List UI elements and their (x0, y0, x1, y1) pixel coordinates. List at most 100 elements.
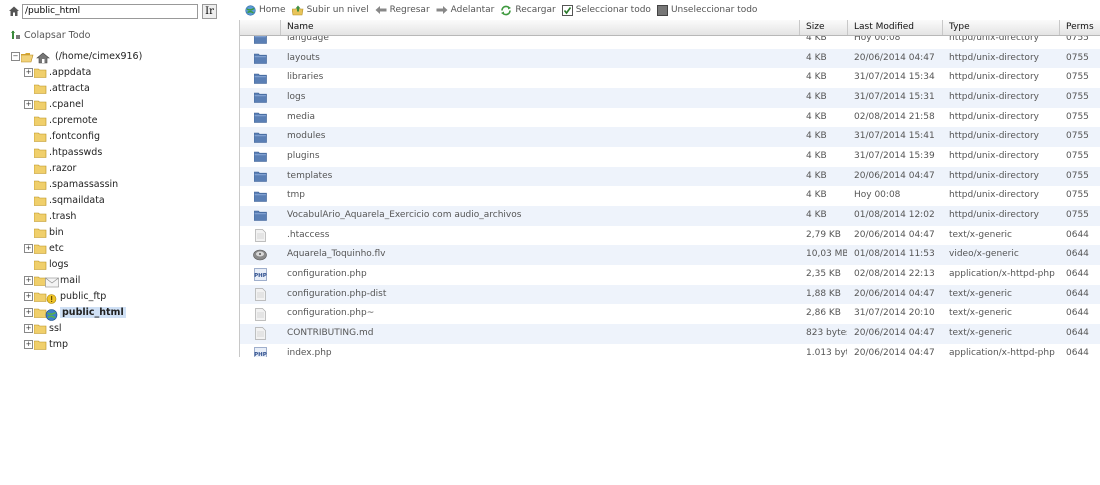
back-arrow-icon (375, 6, 387, 14)
file-size: 2,86 KB (806, 308, 841, 319)
file-modified: Hoy 00:08 (854, 190, 901, 201)
php-file-icon[interactable]: PHP (240, 265, 280, 285)
folder-icon[interactable] (240, 127, 280, 147)
back-button[interactable]: Regresar (375, 5, 430, 15)
text-file-icon[interactable] (240, 324, 280, 344)
file-row[interactable]: VocabulArio_Aquarela_Exercicio com audio… (240, 205, 1100, 226)
file-name[interactable]: logs (280, 88, 799, 108)
file-row[interactable]: layouts 4 KB 20/06/2014 04:47 httpd/unix-di… (240, 48, 1100, 69)
file-name[interactable]: .htaccess (280, 226, 799, 246)
folder-icon[interactable] (240, 167, 280, 187)
header-type[interactable]: Type (942, 20, 1059, 35)
file-perms: 0755 (1066, 170, 1089, 181)
select-all-button[interactable]: Seleccionar todo (561, 4, 651, 16)
folder-icon (33, 244, 47, 254)
expand-toggle-icon[interactable]: + (24, 68, 33, 77)
folder-icon[interactable] (240, 147, 280, 167)
file-name[interactable]: layouts (280, 49, 799, 69)
file-name[interactable]: CONTRIBUTING.md (280, 324, 799, 344)
expand-toggle-icon[interactable]: + (24, 340, 33, 349)
file-row[interactable]: plugins 4 KB 31/07/2014 15:39 httpd/unix-di… (240, 147, 1100, 167)
tree-item-label: public_html (60, 307, 126, 318)
file-perms: 0644 (1066, 327, 1089, 338)
folder-icon[interactable] (240, 49, 280, 69)
file-name[interactable]: VocabulArio_Aquarela_Exercicio com audio… (280, 206, 799, 226)
up-level-button[interactable]: Subir un nivel (291, 5, 369, 16)
text-file-icon[interactable] (240, 285, 280, 305)
file-size: 4 KB (806, 170, 827, 181)
file-row[interactable]: CONTRIBUTING.md 823 bytes 20/06/2014 04:47… (240, 323, 1100, 344)
expand-toggle-icon[interactable]: + (24, 100, 33, 109)
file-row[interactable]: media 4 KB 02/08/2014 21:58 httpd/unix-dire… (240, 108, 1100, 128)
folder-icon[interactable] (240, 206, 280, 226)
file-row[interactable]: templates 4 KB 20/06/2014 04:47 httpd/unix-… (240, 166, 1100, 187)
file-row[interactable]: PHP index.php 1.013 bytes 20/06/2014 04:47 a… (240, 344, 1100, 358)
checkbox-checked-icon (561, 4, 573, 16)
tree-root-label: (/home/cimex916) (55, 51, 143, 62)
file-row[interactable]: tmp 4 KB Hoy 00:08 httpd/unix-directory 0755 (240, 186, 1100, 206)
tree-item-label: .sqmaildata (49, 195, 105, 206)
folder-icon[interactable] (240, 108, 280, 128)
header-last-modified[interactable]: Last Modified (847, 20, 942, 35)
file-type: httpd/unix-directory (949, 72, 1039, 83)
file-perms: 0755 (1066, 91, 1089, 102)
file-row[interactable]: Aquarela_Toquinho.flv 10,03 MB 01/08/2014 … (240, 245, 1100, 265)
file-perms: 0755 (1066, 150, 1089, 161)
file-row[interactable]: .htaccess 2,79 KB 20/06/2014 04:47 text/x-g… (240, 226, 1100, 246)
file-name[interactable]: media (280, 108, 799, 128)
forward-button[interactable]: Adelantar (436, 5, 494, 15)
header-name[interactable]: Name (280, 20, 799, 35)
text-file-icon[interactable] (240, 304, 280, 324)
expand-toggle-icon[interactable]: + (24, 308, 33, 317)
header-perms[interactable]: Perms (1059, 20, 1100, 35)
file-name[interactable]: templates (280, 167, 799, 187)
file-row[interactable]: configuration.php~ 2,86 KB 31/07/2014 20:1… (240, 304, 1100, 324)
file-row[interactable]: PHP configuration.php 2,35 KB 02/08/2014 22… (240, 265, 1100, 285)
reload-button[interactable]: Recargar (500, 5, 556, 16)
file-row[interactable]: configuration.php-dist 1,88 KB 20/06/2014 … (240, 284, 1100, 305)
folder-icon[interactable] (240, 68, 280, 88)
home-button[interactable]: Home (245, 4, 286, 16)
file-name[interactable]: modules (280, 127, 799, 147)
file-modified: 20/06/2014 04:47 (854, 347, 935, 358)
home-icon[interactable] (8, 5, 20, 17)
expand-toggle-icon[interactable]: + (24, 276, 33, 285)
file-name[interactable]: configuration.php (280, 265, 799, 285)
file-modified: 31/07/2014 15:41 (854, 131, 935, 142)
file-name[interactable]: plugins (280, 147, 799, 167)
unselect-all-button[interactable]: Unseleccionar todo (656, 4, 757, 16)
collapse-toggle-icon[interactable]: − (11, 52, 20, 61)
go-button[interactable]: Ir (202, 3, 217, 19)
expand-toggle-icon[interactable]: + (24, 244, 33, 253)
file-type: httpd/unix-directory (949, 131, 1039, 142)
collapse-all-button[interactable]: Colapsar Todo (10, 30, 90, 41)
home-button-label: Home (259, 5, 286, 15)
header-size[interactable]: Size (799, 20, 847, 35)
expand-toggle-icon[interactable]: + (24, 292, 33, 301)
tree-item-label: ssl (49, 323, 62, 334)
file-row[interactable]: modules 4 KB 31/07/2014 15:41 httpd/unix-di… (240, 127, 1100, 147)
php-file-icon[interactable]: PHP (240, 344, 280, 357)
folder-icon[interactable] (240, 88, 280, 108)
file-name[interactable]: Aquarela_Toquinho.flv (280, 245, 799, 265)
folder-icon (33, 68, 47, 78)
path-input[interactable] (22, 3, 198, 19)
file-perms: 0644 (1066, 308, 1089, 319)
file-name[interactable]: index.php (280, 344, 799, 358)
video-file-icon[interactable] (240, 245, 280, 265)
tree-item-label: .htpasswds (49, 147, 103, 158)
file-name[interactable]: tmp (280, 186, 799, 206)
file-row[interactable]: libraries 4 KB 31/07/2014 15:34 httpd/unix-… (240, 68, 1100, 88)
file-row[interactable]: logs 4 KB 31/07/2014 15:31 httpd/unix-direc… (240, 87, 1100, 108)
file-size: 2,35 KB (806, 268, 841, 279)
expand-toggle-icon[interactable]: + (24, 324, 33, 333)
folder-icon[interactable] (240, 186, 280, 206)
tree-item-label: mail (60, 275, 81, 286)
mail-icon (45, 276, 59, 287)
folder-icon (33, 164, 47, 174)
file-modified: 01/08/2014 11:53 (854, 249, 935, 260)
file-name[interactable]: libraries (280, 68, 799, 88)
text-file-icon[interactable] (240, 226, 280, 246)
file-name[interactable]: configuration.php-dist (280, 285, 799, 305)
file-name[interactable]: configuration.php~ (280, 304, 799, 324)
